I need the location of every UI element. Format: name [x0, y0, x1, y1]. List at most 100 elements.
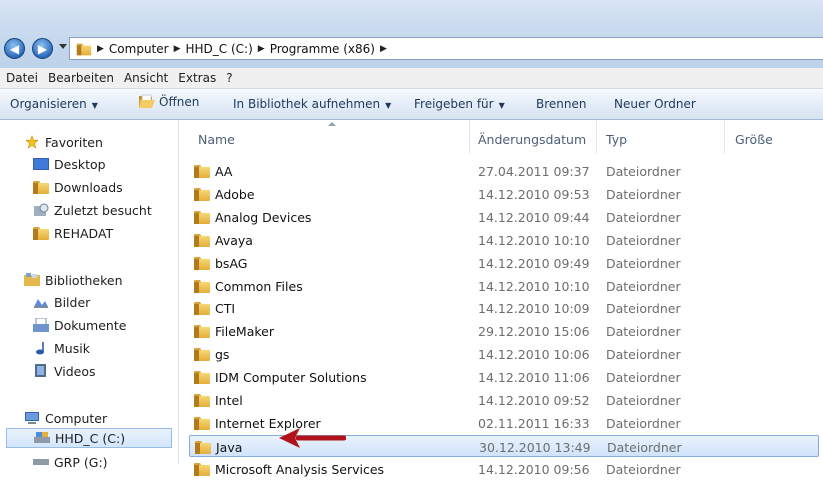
burn-button[interactable]: Brennen — [536, 97, 586, 111]
back-button[interactable]: ◀ — [4, 38, 25, 59]
folder-icon — [194, 256, 210, 270]
breadcrumb-drive[interactable]: HHD_C (C:) — [186, 42, 253, 56]
table-row[interactable]: bsAG 14.12.2010 09:49 Dateiordner — [189, 252, 819, 274]
column-header-date[interactable]: Änderungsdatum — [478, 132, 586, 147]
column-header-type[interactable]: Typ — [606, 132, 627, 147]
folder-icon — [195, 440, 211, 454]
table-row[interactable]: Common Files 14.12.2010 10:10 Dateiordner — [189, 275, 819, 297]
column-separator[interactable] — [596, 120, 597, 154]
folder-icon — [194, 462, 210, 476]
table-row[interactable]: gs 14.12.2010 10:06 Dateiordner — [189, 343, 819, 365]
sidebar-item-videos[interactable]: Videos — [33, 361, 96, 381]
menu-tools[interactable]: Extras — [172, 71, 220, 85]
file-name: Analog Devices — [215, 209, 312, 225]
sidebar-item-desktop[interactable]: Desktop — [33, 154, 106, 174]
forward-button[interactable]: ▶ — [32, 38, 53, 59]
file-type: Dateiordner — [606, 347, 681, 363]
folder-icon — [194, 302, 210, 316]
table-row[interactable]: Analog Devices 14.12.2010 09:44 Dateiordne… — [189, 206, 819, 228]
drive-icon — [34, 432, 50, 443]
videos-icon — [35, 364, 46, 377]
breadcrumb-computer[interactable]: Computer — [109, 42, 169, 56]
table-row[interactable]: Avaya 14.12.2010 10:10 Dateiordner — [189, 229, 819, 251]
column-header-size[interactable]: Größe — [735, 132, 773, 147]
file-name: Intel — [215, 393, 243, 408]
documents-icon — [33, 318, 49, 332]
folder-icon — [194, 371, 210, 385]
sidebar-libraries[interactable]: Bibliotheken — [24, 270, 123, 290]
navigation-pane: Favoriten Desktop Downloads Zuletzt besu… — [0, 120, 179, 470]
sidebar-item-drive-g[interactable]: GRP (G:) — [33, 452, 108, 472]
chevron-down-icon: ▼ — [385, 101, 392, 110]
table-row[interactable]: Intel 14.12.2010 09:52 Dateiordner — [189, 389, 819, 411]
sidebar-item-downloads[interactable]: Downloads — [33, 177, 123, 197]
column-headers: Name Änderungsdatum Typ Größe — [179, 120, 823, 154]
new-folder-button[interactable]: Neuer Ordner — [614, 97, 696, 111]
chevron-down-icon: ▼ — [498, 101, 505, 110]
breadcrumb-separator-icon[interactable]: ▶ — [174, 44, 181, 54]
breadcrumb-separator-icon[interactable]: ▶ — [380, 44, 387, 54]
table-row[interactable]: Microsoft Analysis Services 14.12.2010 09… — [189, 458, 819, 480]
chevron-down-icon: ▼ — [91, 101, 98, 110]
sidebar-item-recent[interactable]: Zuletzt besucht — [33, 200, 152, 220]
file-date: 14.12.2010 10:06 — [478, 347, 590, 363]
file-name: Common Files — [215, 278, 303, 294]
column-header-name[interactable]: Name — [198, 132, 235, 147]
file-name: Java — [216, 439, 243, 455]
table-row[interactable]: CTI 14.12.2010 10:09 Dateiordner — [189, 297, 819, 319]
library-button[interactable]: In Bibliothek aufnehmen ▼ — [233, 97, 391, 111]
file-list: Name Änderungsdatum Typ Größe AA 27.04.20… — [179, 120, 823, 477]
breadcrumb-separator-icon[interactable]: ▶ — [97, 44, 104, 54]
table-row[interactable]: AA 27.04.2011 09:37 Dateiordner — [189, 160, 819, 182]
menu-help[interactable]: ? — [220, 71, 236, 85]
file-date: 14.12.2010 09:44 — [478, 209, 590, 225]
table-row[interactable]: FileMaker 29.12.2010 15:06 Dateiordner — [189, 320, 819, 342]
table-row[interactable]: Adobe 14.12.2010 09:53 Dateiordner — [189, 183, 819, 205]
file-type: Dateiordner — [606, 415, 681, 431]
libraries-icon — [24, 273, 40, 286]
file-type: Dateiordner — [606, 232, 681, 248]
address-bar-row: ◀ ▶ ▶ Computer ▶ HHD_C (C:) ▶ Programme … — [0, 36, 823, 62]
open-button[interactable]: Öffnen — [138, 94, 199, 110]
file-type: Dateiordner — [606, 393, 681, 408]
column-separator[interactable] — [469, 120, 470, 154]
file-date: 14.12.2010 10:10 — [478, 278, 590, 294]
downloads-folder-icon — [33, 180, 49, 194]
file-name: bsAG — [215, 255, 248, 271]
music-icon — [36, 342, 44, 355]
breadcrumb-separator-icon[interactable]: ▶ — [258, 44, 265, 54]
menu-bar: Datei Bearbeiten Ansicht Extras ? — [0, 68, 823, 89]
sort-arrow-icon — [328, 122, 336, 126]
sidebar-favorites[interactable]: Favoriten — [24, 132, 103, 152]
menu-file[interactable]: Datei — [0, 71, 42, 85]
address-bar[interactable]: ▶ Computer ▶ HHD_C (C:) ▶ Programme (x86… — [69, 37, 823, 60]
folder-icon — [194, 279, 210, 293]
column-separator[interactable] — [724, 120, 725, 154]
arrow-right-icon: ▶ — [37, 41, 48, 56]
breadcrumb-folder[interactable]: Programme (x86) — [270, 42, 375, 56]
menu-view[interactable]: Ansicht — [118, 71, 172, 85]
menu-edit[interactable]: Bearbeiten — [42, 71, 118, 85]
sidebar-item-pictures[interactable]: Bilder — [33, 292, 90, 312]
folder-icon — [194, 348, 210, 362]
folder-icon — [76, 43, 92, 55]
share-button[interactable]: Freigeben für ▼ — [414, 97, 505, 111]
table-row[interactable]: IDM Computer Solutions 14.12.2010 11:06 Da… — [189, 366, 819, 388]
file-date: 14.12.2010 09:49 — [478, 255, 590, 271]
sidebar-item-music[interactable]: Musik — [33, 338, 90, 358]
file-type: Dateiordner — [607, 439, 682, 455]
file-type: Dateiordner — [606, 324, 681, 340]
history-dropdown-icon[interactable] — [59, 44, 67, 49]
star-icon — [25, 135, 39, 149]
sidebar-computer[interactable]: Computer — [24, 408, 107, 428]
sidebar-item-rehadat[interactable]: REHADAT — [33, 223, 113, 243]
file-date: 14.12.2010 09:52 — [478, 393, 590, 408]
folder-icon — [194, 416, 210, 430]
organize-button[interactable]: Organisieren ▼ — [10, 97, 98, 111]
sidebar-item-drive-c[interactable]: HHD_C (C:) — [6, 428, 172, 448]
command-bar: Organisieren ▼ Öffnen In Bibliothek aufne… — [0, 89, 823, 120]
arrow-left-icon: ◀ — [9, 41, 20, 56]
sidebar-item-documents[interactable]: Dokumente — [33, 315, 126, 335]
file-name: IDM Computer Solutions — [215, 370, 367, 386]
file-date: 02.11.2011 16:33 — [478, 415, 590, 431]
